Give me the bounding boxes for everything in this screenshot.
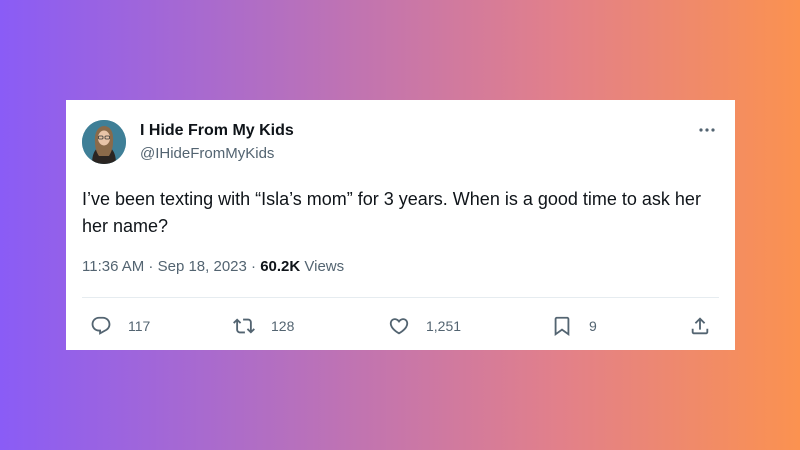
tweet-meta: 11:36 AM · Sep 18, 2023 · 60.2K Views bbox=[82, 258, 344, 275]
tweet-time[interactable]: 11:36 AM bbox=[82, 258, 144, 275]
share-button[interactable] bbox=[689, 311, 711, 341]
retweet-count: 128 bbox=[271, 318, 295, 334]
avatar[interactable] bbox=[82, 120, 126, 164]
retweet-button[interactable]: 128 bbox=[233, 311, 294, 341]
reply-icon bbox=[91, 316, 111, 335]
author-handle[interactable]: @IHideFromMyKids bbox=[140, 145, 274, 162]
reply-count: 117 bbox=[128, 318, 151, 334]
reply-button[interactable]: 117 bbox=[90, 311, 150, 341]
like-button[interactable]: 1,251 bbox=[388, 311, 461, 341]
author-name[interactable]: I Hide From My Kids bbox=[140, 122, 294, 140]
tweet-card: I Hide From My Kids @IHideFromMyKids I’v… bbox=[66, 100, 735, 350]
avatar-image bbox=[82, 120, 126, 164]
share-icon bbox=[691, 317, 709, 335]
views-label: Views bbox=[300, 258, 345, 275]
meta-separator: · bbox=[246, 258, 261, 275]
meta-separator: · bbox=[144, 258, 158, 275]
bookmark-icon bbox=[554, 316, 570, 337]
more-icon bbox=[699, 128, 715, 132]
action-bar: 117 128 1,251 9 bbox=[66, 311, 735, 341]
bookmark-count: 9 bbox=[589, 318, 597, 334]
more-options-button[interactable] bbox=[695, 118, 719, 142]
tweet-date[interactable]: Sep 18, 2023 bbox=[158, 258, 247, 275]
retweet-icon bbox=[233, 318, 255, 334]
divider bbox=[82, 297, 719, 298]
bookmark-button[interactable]: 9 bbox=[551, 311, 597, 341]
like-count: 1,251 bbox=[426, 318, 462, 334]
tweet-text: I’ve been texting with “Isla’s mom” for … bbox=[82, 189, 701, 236]
views-count: 60.2K bbox=[260, 258, 301, 275]
heart-icon bbox=[389, 318, 409, 335]
